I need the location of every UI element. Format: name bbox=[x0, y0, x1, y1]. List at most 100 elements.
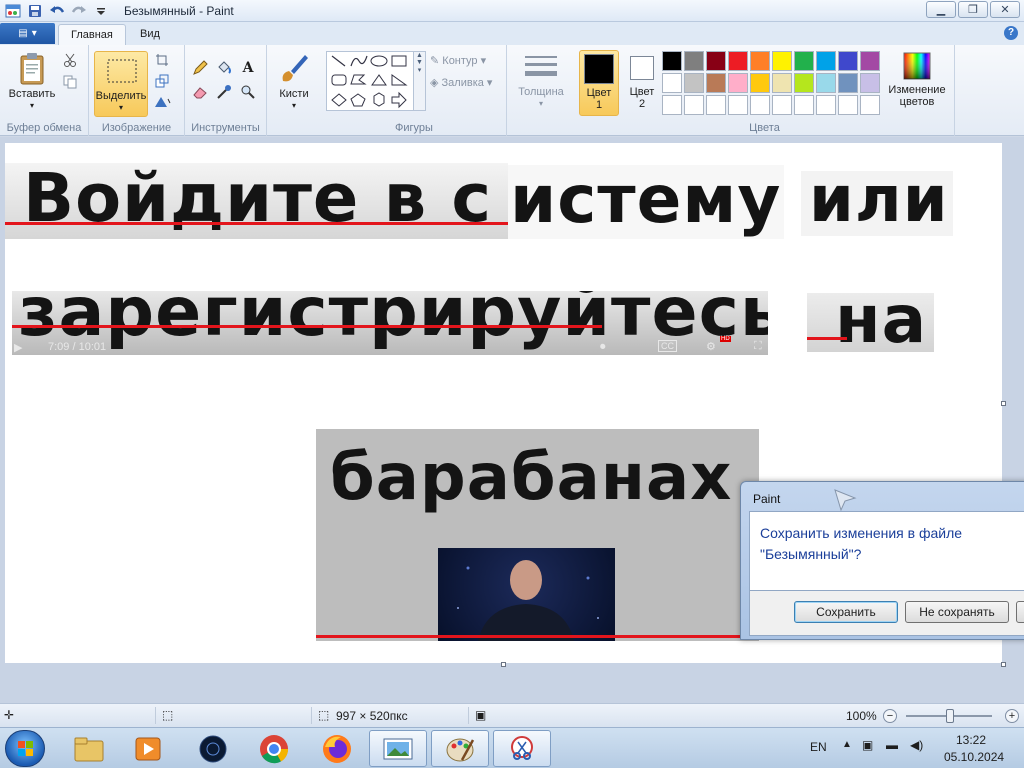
color-picker-icon[interactable] bbox=[213, 81, 235, 103]
resize-handle[interactable] bbox=[1001, 662, 1006, 667]
fill-bucket-icon[interactable] bbox=[213, 57, 235, 79]
undo-icon[interactable] bbox=[48, 2, 66, 19]
resize-handle[interactable] bbox=[501, 662, 506, 667]
taskbar-chrome[interactable] bbox=[245, 730, 303, 767]
minimize-button[interactable]: ▁ bbox=[926, 1, 956, 18]
dont-save-button[interactable]: Не сохранять bbox=[905, 601, 1009, 623]
taskbar-firefox[interactable] bbox=[308, 730, 366, 767]
taskbar-browser-dark[interactable] bbox=[184, 730, 242, 767]
arrow-shape-icon[interactable] bbox=[391, 91, 407, 109]
palette-swatch[interactable] bbox=[860, 95, 880, 115]
resize-icon[interactable] bbox=[153, 72, 171, 90]
select-button[interactable]: Выделить ▾ bbox=[94, 51, 148, 117]
close-button[interactable]: ✕ bbox=[990, 1, 1020, 18]
palette-swatch[interactable] bbox=[706, 73, 726, 93]
clock-time[interactable]: 13:22 bbox=[956, 733, 986, 747]
redo-icon[interactable] bbox=[70, 2, 88, 19]
clock-date[interactable]: 05.10.2024 bbox=[944, 750, 1004, 764]
magnifier-icon[interactable] bbox=[237, 81, 259, 103]
palette-swatch[interactable] bbox=[728, 51, 748, 71]
palette-swatch[interactable] bbox=[816, 95, 836, 115]
shapes-scrollbar[interactable]: ▲ ▼ ▾ bbox=[414, 51, 426, 111]
color2-button[interactable]: Цвет 2 bbox=[622, 50, 662, 116]
edit-colors-button[interactable]: Изменение цветов bbox=[879, 51, 955, 108]
palette-swatch[interactable] bbox=[860, 73, 880, 93]
outline-button[interactable]: ✎ Контур ▾ bbox=[430, 54, 486, 67]
cancel-button[interactable] bbox=[1016, 601, 1024, 623]
network-icon[interactable]: ▣ bbox=[862, 738, 873, 752]
palette-swatch[interactable] bbox=[728, 73, 748, 93]
palette-swatch[interactable] bbox=[750, 73, 770, 93]
palette-swatch[interactable] bbox=[706, 51, 726, 71]
right-triangle-shape-icon[interactable] bbox=[391, 74, 408, 86]
taskbar-photo-viewer[interactable] bbox=[369, 730, 427, 767]
palette-swatch[interactable] bbox=[684, 51, 704, 71]
help-icon[interactable]: ? bbox=[1004, 26, 1018, 40]
hexagon-shape-icon[interactable] bbox=[373, 92, 385, 107]
resize-handle[interactable] bbox=[1001, 401, 1006, 406]
palette-swatch[interactable] bbox=[772, 51, 792, 71]
eraser-icon[interactable] bbox=[189, 81, 211, 103]
palette-swatch[interactable] bbox=[794, 95, 814, 115]
oval-shape-icon[interactable] bbox=[370, 55, 388, 67]
zoom-slider-thumb[interactable] bbox=[946, 709, 954, 723]
pencil-icon[interactable] bbox=[189, 57, 211, 79]
palette-swatch[interactable] bbox=[684, 95, 704, 115]
palette-swatch[interactable] bbox=[662, 73, 682, 93]
palette-swatch[interactable] bbox=[816, 73, 836, 93]
display-icon[interactable]: ▬ bbox=[886, 738, 898, 752]
palette-swatch[interactable] bbox=[838, 51, 858, 71]
rounded-rectangle-shape-icon[interactable] bbox=[331, 74, 347, 86]
palette-swatch[interactable] bbox=[838, 73, 858, 93]
palette-swatch[interactable] bbox=[772, 73, 792, 93]
polygon-shape-icon[interactable] bbox=[350, 74, 367, 85]
fill-button[interactable]: ◈ Заливка ▾ bbox=[430, 76, 492, 89]
triangle-shape-icon[interactable] bbox=[371, 74, 387, 86]
save-icon[interactable] bbox=[26, 2, 44, 19]
line-shape-icon[interactable] bbox=[331, 55, 346, 67]
customize-toolbar-icon[interactable] bbox=[92, 2, 110, 19]
paste-button[interactable]: Вставить ▾ bbox=[6, 51, 58, 112]
save-button[interactable]: Сохранить bbox=[794, 601, 898, 623]
volume-icon[interactable]: ◀) bbox=[910, 738, 923, 752]
brushes-button[interactable]: Кисти ▾ bbox=[271, 51, 317, 112]
palette-swatch[interactable] bbox=[794, 51, 814, 71]
diamond-shape-icon[interactable] bbox=[331, 93, 347, 107]
tray-expand-icon[interactable]: ▲ bbox=[842, 739, 852, 750]
cut-icon[interactable] bbox=[61, 51, 79, 69]
paint-app-icon[interactable] bbox=[4, 2, 22, 19]
zoom-in-button[interactable]: + bbox=[1005, 709, 1019, 723]
rectangle-shape-icon[interactable] bbox=[391, 55, 407, 67]
palette-swatch[interactable] bbox=[860, 51, 880, 71]
language-indicator[interactable]: EN bbox=[810, 740, 827, 754]
palette-swatch[interactable] bbox=[728, 95, 748, 115]
curve-shape-icon[interactable] bbox=[350, 55, 368, 67]
crop-icon[interactable] bbox=[153, 51, 171, 69]
tab-home[interactable]: Главная bbox=[58, 24, 126, 45]
palette-swatch[interactable] bbox=[662, 51, 682, 71]
taskbar-snipping-tool[interactable] bbox=[493, 730, 551, 767]
text-tool-icon[interactable]: A bbox=[237, 57, 259, 79]
palette-swatch[interactable] bbox=[706, 95, 726, 115]
zoom-out-button[interactable]: − bbox=[883, 709, 897, 723]
rotate-icon[interactable] bbox=[153, 93, 171, 111]
app-menu-button[interactable]: ▤ ▾ bbox=[0, 23, 55, 44]
start-button[interactable] bbox=[5, 730, 45, 767]
palette-swatch[interactable] bbox=[816, 51, 836, 71]
size-button[interactable]: Толщина ▾ bbox=[515, 53, 567, 110]
copy-icon[interactable] bbox=[61, 73, 79, 91]
palette-swatch[interactable] bbox=[838, 95, 858, 115]
palette-swatch[interactable] bbox=[794, 73, 814, 93]
palette-swatch[interactable] bbox=[684, 73, 704, 93]
color1-button[interactable]: Цвет 1 bbox=[579, 50, 619, 116]
taskbar-paint[interactable] bbox=[431, 730, 489, 767]
palette-swatch[interactable] bbox=[750, 51, 770, 71]
palette-swatch[interactable] bbox=[772, 95, 792, 115]
pentagon-shape-icon[interactable] bbox=[350, 93, 366, 107]
maximize-button[interactable]: ❐ bbox=[958, 1, 988, 18]
tab-view[interactable]: Вид bbox=[128, 24, 172, 45]
taskbar-media-player[interactable] bbox=[119, 730, 177, 767]
palette-swatch[interactable] bbox=[750, 95, 770, 115]
palette-swatch[interactable] bbox=[662, 95, 682, 115]
taskbar-explorer[interactable] bbox=[60, 730, 118, 767]
